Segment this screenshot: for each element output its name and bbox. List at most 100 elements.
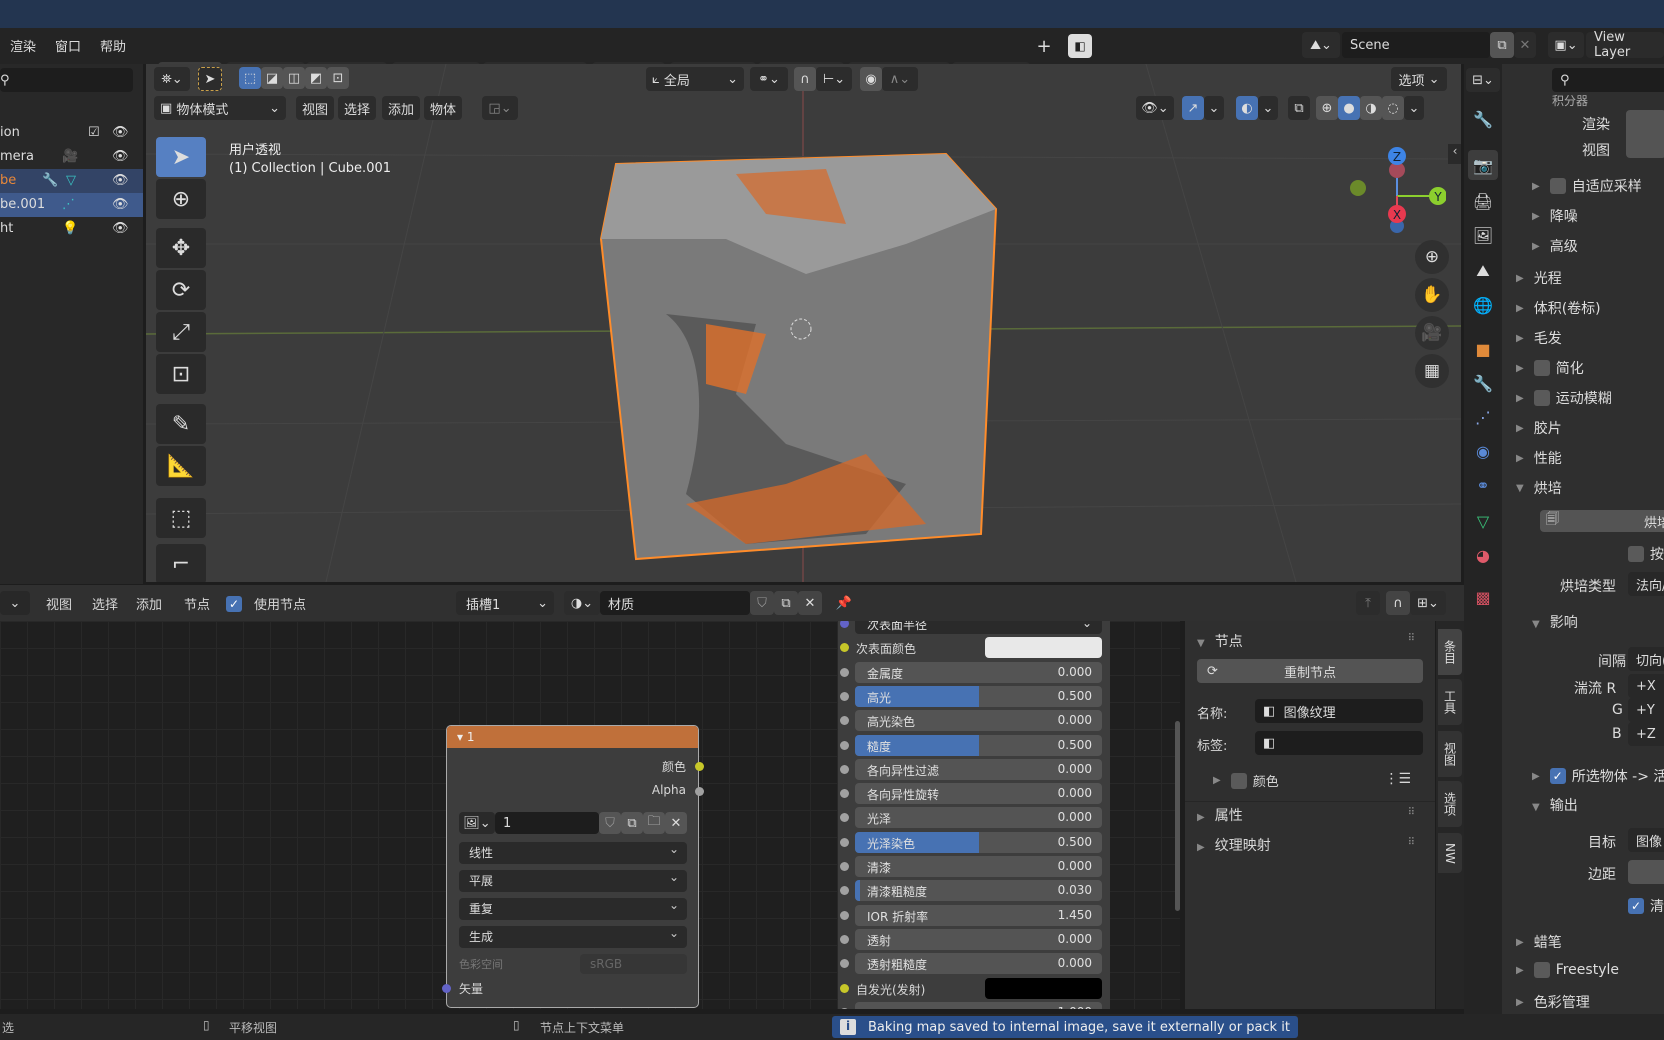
- source-dropdown[interactable]: 生成: [459, 922, 687, 948]
- shading-dropdown-icon[interactable]: ⌄: [1404, 96, 1424, 120]
- material-tab-icon[interactable]: ◕: [1468, 540, 1498, 570]
- properties-panel-header[interactable]: ▶ 胶片: [1516, 418, 1562, 438]
- add-workspace-icon[interactable]: +: [1033, 34, 1055, 58]
- node-snap-target-icon[interactable]: ⊞⌄: [1410, 591, 1446, 615]
- constraints-tab-icon[interactable]: ⚭: [1468, 470, 1498, 500]
- target-dropdown[interactable]: 图像: [1628, 828, 1664, 852]
- viewport-menu-item[interactable]: 视图: [296, 96, 335, 120]
- eye-icon[interactable]: 👁: [112, 169, 129, 193]
- material-shading-icon[interactable]: ◑: [1360, 96, 1382, 120]
- samples-fields[interactable]: [1626, 110, 1664, 158]
- properties-panel-header[interactable]: ▶ 毛发: [1516, 328, 1562, 348]
- bsdf-value-slider[interactable]: 金属度 0.000: [855, 662, 1102, 683]
- node-panel-header[interactable]: ▼ 节点: [1197, 631, 1243, 651]
- render-tab-icon[interactable]: 📷: [1468, 150, 1498, 180]
- view-layer-field[interactable]: View Layer: [1586, 30, 1664, 60]
- drag-handle-icon[interactable]: ⠿: [1408, 807, 1415, 818]
- bsdf-value-slider[interactable]: 高光 0.500: [855, 686, 1102, 707]
- object-type-icon[interactable]: ◲⌄: [482, 96, 518, 120]
- material-browse-icon[interactable]: ◑⌄: [564, 591, 600, 615]
- texture-tab-icon[interactable]: ▩: [1468, 582, 1498, 612]
- delete-scene-icon[interactable]: ✕: [1514, 32, 1536, 58]
- eye-icon[interactable]: 👁: [112, 193, 129, 217]
- overlay-toggle-icon[interactable]: ◐: [1236, 96, 1258, 120]
- 3d-viewport[interactable]: ⛯⌄ ➤ ⬚ ◪ ◫ ◩ ⊡ ⟀ 全局 ⌄ ⚭⌄ ∩ ⊢⌄ ◉ ∧⌄ 选项 ⌄ ▣…: [146, 64, 1461, 582]
- image-browse-icon[interactable]: 🖼⌄: [459, 812, 495, 834]
- view-layer-tab-icon[interactable]: 🖼: [1468, 220, 1498, 250]
- use-nodes-checkbox[interactable]: ✓: [226, 595, 242, 612]
- solid-shading-icon[interactable]: ●: [1338, 96, 1360, 120]
- mode-dropdown[interactable]: ▣ 物体模式 ⌄: [154, 96, 286, 120]
- bsdf-value-slider[interactable]: 高光染色 0.000: [855, 710, 1102, 731]
- select-mode-subtract-icon[interactable]: ◫: [283, 67, 305, 89]
- checkbox-icon[interactable]: ☑: [88, 121, 100, 145]
- pin-icon[interactable]: 📌: [832, 591, 856, 615]
- properties-editor-type-icon[interactable]: ⊟⌄: [1466, 68, 1500, 92]
- bsdf-value-slider[interactable]: IOR 折射率 1.450: [855, 905, 1102, 926]
- outliner-search[interactable]: ⚲: [0, 68, 133, 92]
- node-name-field[interactable]: ◧ 图像纹理: [1255, 699, 1423, 723]
- material-name-field[interactable]: 材质: [600, 591, 750, 615]
- navigation-gizmo[interactable]: Z Y X: [1346, 139, 1446, 239]
- color-swatch[interactable]: [985, 637, 1102, 658]
- view-layer-icon[interactable]: ▣⌄: [1548, 32, 1584, 58]
- pivot-point-icon[interactable]: ⚭⌄: [750, 67, 788, 91]
- outliner-item[interactable]: be 🔧 ▽ 👁: [0, 169, 143, 193]
- output-tab-icon[interactable]: 🖨: [1468, 186, 1498, 216]
- bsdf-input-socket[interactable]: [840, 716, 849, 725]
- swizzle-g-dropdown[interactable]: +Y: [1628, 698, 1664, 722]
- editor-type-icon[interactable]: ⛯⌄: [154, 67, 190, 91]
- tab-view[interactable]: 视图: [1438, 731, 1462, 777]
- bsdf-value-slider[interactable]: 各向异性旋转 0.000: [855, 783, 1102, 804]
- tool-cursor-icon[interactable]: ⊕: [156, 179, 206, 219]
- bsdf-input-socket[interactable]: [840, 911, 849, 920]
- rendered-shading-icon[interactable]: ◌: [1382, 96, 1404, 120]
- properties-search[interactable]: ⚲: [1552, 68, 1664, 92]
- clear-image-toggle[interactable]: ✓ 清: [1628, 896, 1664, 916]
- gizmo-dropdown-icon[interactable]: ⌄: [1204, 96, 1224, 120]
- particles-tab-icon[interactable]: ⋰: [1468, 402, 1498, 432]
- color-presets-icon[interactable]: ⋮☰: [1384, 771, 1411, 787]
- node-editor-canvas[interactable]: ▾ 1 颜色 Alpha 🖼⌄ 1 ⛉ ⧉ 🗀 ✕ 线性 平展 重复 生成 色彩…: [0, 621, 1180, 1009]
- node-menu-item[interactable]: 节点: [184, 594, 210, 613]
- snap-target-icon[interactable]: ⊢⌄: [816, 67, 852, 91]
- panel-checkbox[interactable]: [1549, 178, 1566, 194]
- panel-checkbox[interactable]: [1533, 390, 1550, 406]
- select-mode-invert-icon[interactable]: ◩: [305, 67, 327, 89]
- scene-selector-icon[interactable]: ⛰⌄: [1302, 32, 1340, 58]
- color-swatch[interactable]: [985, 978, 1102, 999]
- node-label-field[interactable]: ◧: [1255, 731, 1423, 755]
- menu-help[interactable]: 帮助: [100, 36, 126, 55]
- falloff-icon[interactable]: ∧⌄: [882, 67, 918, 91]
- proportional-edit-icon[interactable]: ◉: [860, 67, 882, 91]
- bake-multires-toggle[interactable]: 按: [1628, 544, 1664, 564]
- output-header[interactable]: ▼ 输出: [1532, 795, 1578, 815]
- properties-panel-header[interactable]: ▶ 色彩管理: [1516, 992, 1590, 1012]
- use-nodes-toggle[interactable]: ✓ 使用节点: [226, 594, 306, 613]
- viewport-menu-item[interactable]: 添加: [382, 96, 421, 120]
- world-tab-icon[interactable]: 🌐: [1468, 290, 1498, 320]
- tool-select-box-icon[interactable]: ➤: [156, 137, 206, 177]
- bsdf-input-socket[interactable]: [840, 959, 849, 968]
- parent-node-tree-icon[interactable]: ⤒: [1356, 591, 1380, 615]
- new-scene-icon[interactable]: ⧉: [1490, 32, 1514, 58]
- select-mode-intersect-icon[interactable]: ⊡: [327, 67, 349, 89]
- overlay-dropdown-icon[interactable]: ⌄: [1258, 96, 1278, 120]
- margin-field[interactable]: [1628, 860, 1664, 884]
- sidebar-toggle-icon[interactable]: ‹: [1448, 144, 1461, 164]
- bsdf-value-slider[interactable]: 1.000: [855, 1002, 1102, 1009]
- panel-checkbox[interactable]: [1533, 962, 1550, 978]
- fake-user-icon[interactable]: ⛉: [750, 591, 774, 615]
- tool-annotate-icon[interactable]: ✎: [156, 404, 206, 444]
- properties-panel-header[interactable]: ▶ 蜡笔: [1516, 932, 1562, 952]
- swizzle-b-dropdown[interactable]: +Z: [1628, 722, 1664, 746]
- selected-to-active-panel[interactable]: ▶✓所选物体 -> 活动: [1532, 766, 1664, 786]
- gizmo-toggle-icon[interactable]: ↗: [1182, 96, 1204, 120]
- properties-panel-header[interactable]: ▶ 简化: [1516, 358, 1584, 378]
- data-tab-icon[interactable]: ▽: [1468, 506, 1498, 536]
- bsdf-value-slider[interactable]: 糙度 0.500: [855, 735, 1102, 756]
- vector-input-socket[interactable]: [442, 984, 451, 993]
- tool-add-cube-icon[interactable]: ⬚: [156, 498, 206, 538]
- image-unlink-icon[interactable]: ✕: [665, 812, 687, 834]
- camera-view-icon[interactable]: 🎥: [1415, 316, 1449, 350]
